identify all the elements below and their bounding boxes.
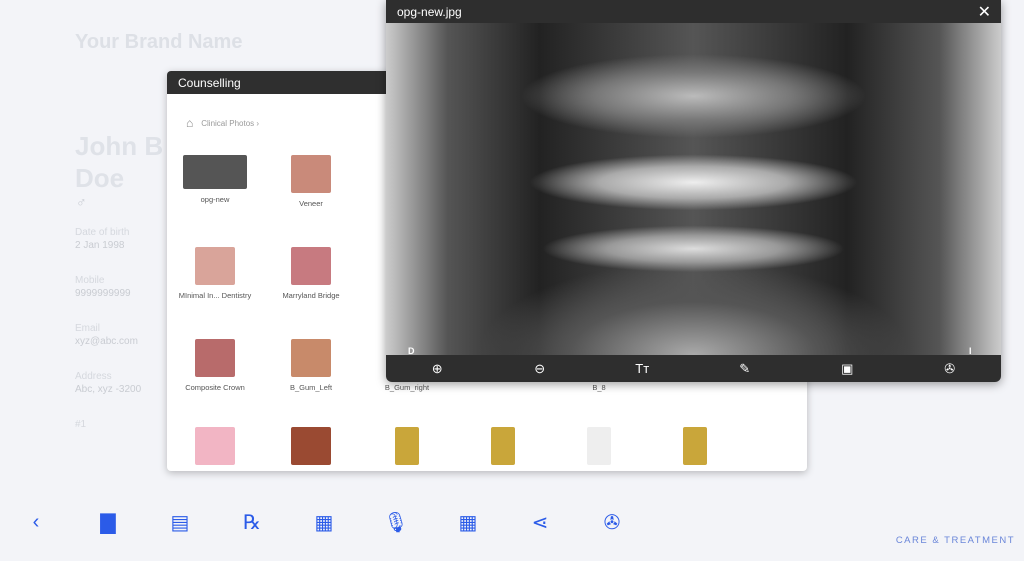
breadcrumb[interactable]: ⌂ Clinical Photos › [186, 116, 259, 130]
patient-name: John B Doe [75, 131, 164, 193]
photo-tile[interactable]: opg-new [170, 155, 260, 204]
patient-field: Date of birth 2 Jan 1998 [75, 226, 129, 252]
viewer-title: opg-new.jpg [397, 5, 462, 19]
zoom-out-icon[interactable]: ⊖ [530, 361, 550, 377]
photo-thumbnail [395, 427, 419, 465]
camera-shutter-icon[interactable]: ✇ [940, 361, 960, 377]
calculator-icon[interactable]: ▦ [454, 505, 482, 539]
breadcrumb-clinical-photos[interactable]: Clinical Photos › [201, 119, 259, 128]
photo-thumbnail [491, 427, 515, 465]
photo-label: B_Gum_Left [289, 383, 333, 392]
back-chevron-icon[interactable]: ‹ [22, 505, 50, 539]
patient-field: Address Abc, xyz -3200 [75, 370, 141, 396]
bottom-toolbar: ‹ ▇ ▤ ℞ ▦ 🎙 ▦ ⋖ ✇ [0, 505, 1024, 541]
photo-label: Veneer [299, 199, 323, 208]
photo-tile[interactable]: Veneer [266, 155, 356, 208]
viewer-toolbar: ⊕ ⊖ Tт ✎ ▣ ✇ [386, 355, 1001, 382]
photo-thumbnail [291, 155, 331, 193]
photo-thumbnail [291, 427, 331, 465]
photo-label: opg-new [200, 195, 230, 204]
close-icon[interactable]: ✕ [978, 2, 991, 22]
field-value: Abc, xyz -3200 [75, 384, 142, 395]
photo-label: Marryland Bridge [282, 291, 340, 300]
photo-label: MInimal In... Dentistry [178, 291, 252, 300]
patient-field: Email xyz@abc.com [75, 322, 138, 348]
photo-thumbnail [291, 247, 331, 285]
prescription-icon[interactable]: ℞ [238, 505, 266, 539]
male-icon: ♂ [76, 194, 87, 210]
photo-thumbnail [183, 155, 247, 189]
photo-thumbnail [587, 427, 611, 465]
patient-field: Mobile 9999999999 [75, 274, 131, 300]
field-label: Date of birth [75, 227, 130, 238]
folder-icon[interactable]: ▤ [166, 505, 194, 539]
xray-image [386, 23, 1001, 355]
photo-tile[interactable]: B_Gum_Left [266, 339, 356, 392]
photo-label: B_Gum_right [384, 383, 430, 392]
care-treatment-label: CARE & TREATMENT [895, 535, 1015, 546]
photo-thumbnail [195, 339, 235, 377]
photo-tile[interactable] [362, 427, 452, 471]
zoom-in-icon[interactable]: ⊕ [427, 361, 447, 377]
contact-folder-icon[interactable]: ▇ [94, 505, 122, 539]
photo-label: B_8 [592, 383, 606, 392]
photo-thumbnail [683, 427, 707, 465]
photo-tile[interactable] [650, 427, 740, 471]
photo-tile[interactable]: MInimal In... Dentistry [170, 247, 260, 300]
text-size-icon[interactable]: Tт [632, 361, 652, 376]
field-label: Address [75, 371, 112, 382]
photo-thumbnail [195, 427, 235, 465]
photo-tile[interactable] [170, 427, 260, 471]
photo-thumbnail [291, 339, 331, 377]
field-label: Email [75, 323, 101, 334]
photo-thumbnail [195, 247, 235, 285]
photo-tile[interactable]: Composite Crown [170, 339, 260, 392]
microphone-icon[interactable]: 🎙 [382, 505, 410, 539]
picture-in-picture-icon[interactable]: ▣ [837, 361, 857, 377]
field-value: 9999999999 [75, 288, 131, 299]
patient-number: #1 [75, 419, 87, 430]
photo-tile[interactable] [554, 427, 644, 471]
field-value: 2 Jan 1998 [75, 240, 125, 251]
note-add-icon[interactable]: ▦ [310, 505, 338, 539]
field-value: xyz@abc.com [75, 336, 138, 347]
image-viewer: opg-new.jpg ✕ D I ⊕ ⊖ Tт ✎ ▣ ✇ [386, 0, 1001, 382]
share-icon[interactable]: ⋖ [526, 505, 554, 539]
photo-tile[interactable] [266, 427, 356, 471]
pencil-icon[interactable]: ✎ [735, 361, 755, 377]
photo-tile[interactable] [458, 427, 548, 471]
field-label: Mobile [75, 275, 105, 286]
photo-tile[interactable]: Marryland Bridge [266, 247, 356, 300]
home-icon[interactable]: ⌂ [186, 116, 193, 130]
camera-shutter-icon[interactable]: ✇ [598, 505, 626, 539]
photo-label: Composite Crown [185, 383, 245, 392]
brand-name: Your Brand Name [75, 31, 243, 53]
